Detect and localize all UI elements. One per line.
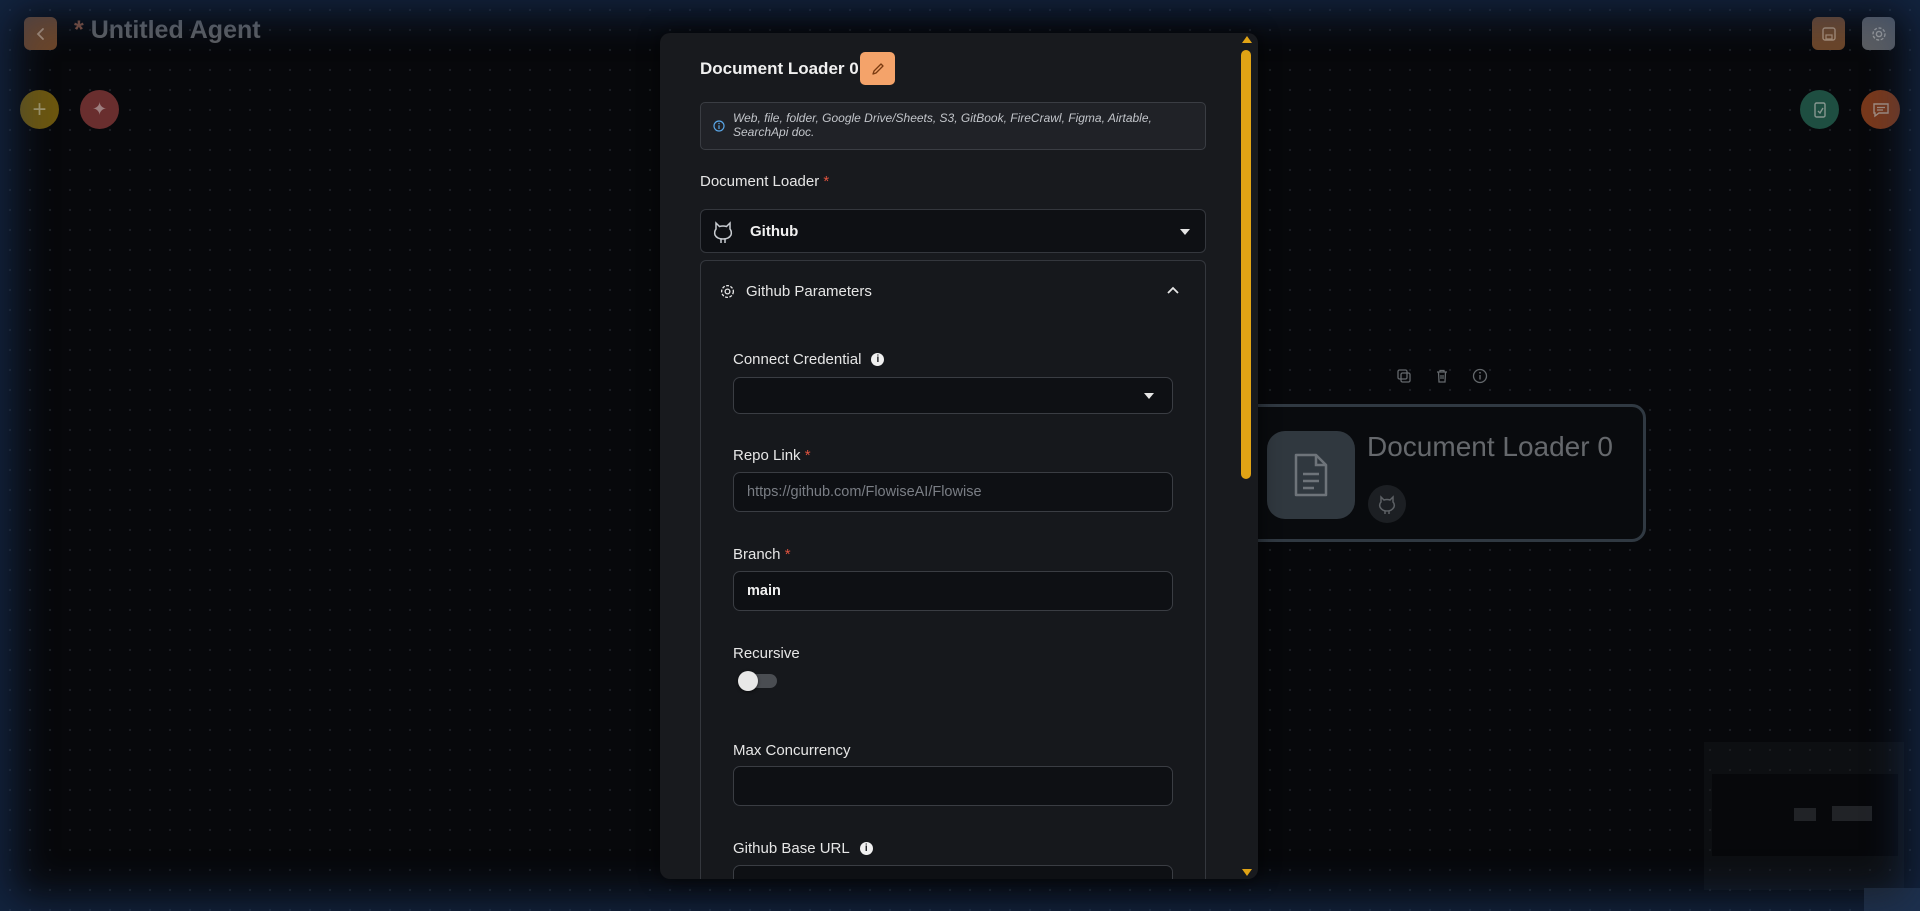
minimap-node xyxy=(1794,808,1816,821)
sparkle-icon: ✦ xyxy=(91,99,108,119)
info-icon[interactable] xyxy=(1468,364,1492,388)
info-icon[interactable]: i xyxy=(859,842,873,855)
edit-name-button[interactable] xyxy=(860,52,895,85)
settings-button[interactable] xyxy=(1862,17,1895,50)
description-box: Web, file, folder, Google Drive/Sheets, … xyxy=(700,102,1206,150)
label-text: Repo Link xyxy=(733,447,801,464)
section-title: Github Parameters xyxy=(746,283,872,300)
scroll-up-arrow[interactable] xyxy=(1242,36,1252,43)
required-marker: * xyxy=(804,447,811,464)
chat-button[interactable] xyxy=(1861,90,1900,129)
caret-down-icon xyxy=(1144,393,1154,399)
document-check-icon xyxy=(1813,101,1826,118)
panel-title: Document Loader 0 xyxy=(700,59,859,78)
label-text: Document Loader xyxy=(700,173,820,190)
node-title: Document Loader 0 xyxy=(1367,431,1613,462)
save-icon xyxy=(1821,26,1836,41)
gear-icon xyxy=(720,284,735,299)
page-title: * Untitled Agent xyxy=(74,16,261,45)
scroll-thumb[interactable] xyxy=(1241,50,1251,479)
required-marker: * xyxy=(823,173,830,190)
label-text: Max Concurrency xyxy=(733,742,851,759)
repo-link-input[interactable]: https://github.com/FlowiseAI/Flowise xyxy=(733,472,1173,512)
plus-icon: + xyxy=(32,95,47,123)
branch-input[interactable]: main xyxy=(733,571,1173,611)
node-toolbar xyxy=(1392,364,1492,388)
panel-scrollbar[interactable] xyxy=(1240,33,1252,879)
minimap-node xyxy=(1832,806,1872,821)
document-loader-node[interactable]: Document Loader 0 xyxy=(1244,404,1646,542)
back-button[interactable] xyxy=(24,17,57,50)
generate-button[interactable]: ✦ xyxy=(80,90,119,129)
github-base-url-input[interactable] xyxy=(733,865,1173,879)
connect-credential-label: Connect Credential i xyxy=(733,351,885,368)
max-concurrency-input[interactable] xyxy=(733,766,1173,806)
attribution xyxy=(1864,888,1920,911)
trash-icon[interactable] xyxy=(1430,364,1454,388)
document-loader-select[interactable]: Github xyxy=(700,209,1206,253)
recursive-label: Recursive xyxy=(733,645,800,662)
pencil-icon xyxy=(871,62,884,75)
required-marker: * xyxy=(784,546,791,563)
agent-name: Untitled Agent xyxy=(90,16,261,44)
chevron-up-icon[interactable] xyxy=(1167,286,1179,294)
node-settings-panel: Document Loader 0 Web, file, folder, Goo… xyxy=(660,33,1258,879)
minimap[interactable] xyxy=(1704,742,1904,890)
repo-link-label: Repo Link * xyxy=(733,447,811,464)
validate-button[interactable] xyxy=(1800,90,1839,129)
github-base-url-label: Github Base URL i xyxy=(733,840,873,857)
label-text: Branch xyxy=(733,546,781,563)
unsaved-marker: * xyxy=(74,16,84,44)
copy-icon[interactable] xyxy=(1392,364,1416,388)
label-text: Connect Credential xyxy=(733,351,862,368)
add-node-button[interactable]: + xyxy=(20,90,59,129)
section-header[interactable]: Github Parameters xyxy=(719,283,872,300)
document-icon xyxy=(1267,431,1355,519)
scroll-down-arrow[interactable] xyxy=(1242,869,1252,876)
info-icon[interactable]: i xyxy=(871,353,885,366)
label-text: Github Base URL xyxy=(733,840,850,857)
chevron-left-icon xyxy=(36,27,44,40)
chat-icon xyxy=(1872,102,1889,117)
description-text: Web, file, folder, Google Drive/Sheets, … xyxy=(733,111,1152,139)
connect-credential-select[interactable] xyxy=(733,377,1173,414)
gear-icon xyxy=(1871,26,1886,41)
document-loader-label: Document Loader * xyxy=(700,173,829,190)
github-icon xyxy=(1368,485,1406,523)
caret-down-icon xyxy=(1180,229,1190,235)
toggle-knob xyxy=(738,671,758,691)
recursive-toggle[interactable] xyxy=(738,671,777,691)
github-parameters-section: Github Parameters Connect Credential i R… xyxy=(700,260,1206,879)
branch-label: Branch * xyxy=(733,546,791,563)
minimap-viewport xyxy=(1712,774,1898,856)
label-text: Recursive xyxy=(733,645,800,662)
select-value: Github xyxy=(750,223,799,240)
github-icon xyxy=(711,219,735,250)
max-concurrency-label: Max Concurrency xyxy=(733,742,851,759)
info-circle-icon xyxy=(713,120,725,132)
save-button[interactable] xyxy=(1812,17,1845,50)
